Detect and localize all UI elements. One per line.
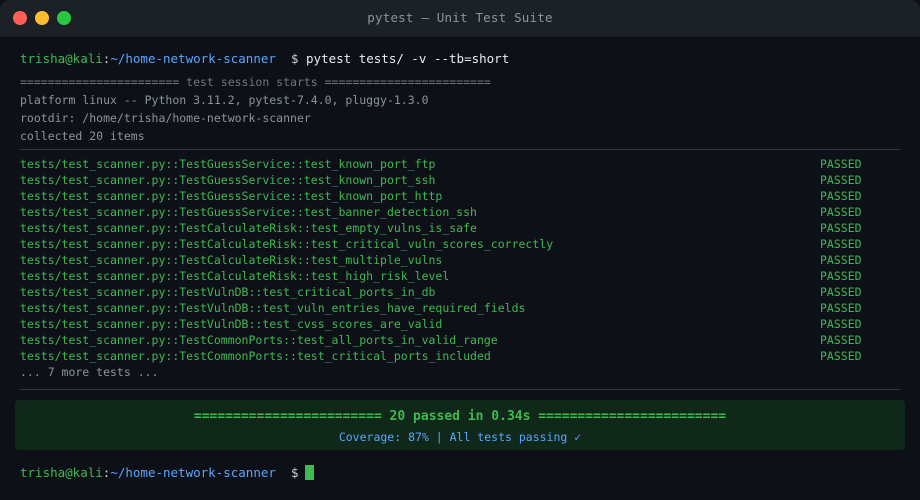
summary-result: ======================== 20 passed in 0.… [193,409,727,424]
rootdir-info: rootdir: /home/trisha/home-network-scann… [20,111,311,125]
test-name: tests/test_scanner.py::TestGuessService:… [20,189,443,203]
test-name: tests/test_scanner.py::TestVulnDB::test_… [20,285,436,299]
test-name: tests/test_scanner.py::TestCommonPorts::… [20,333,498,347]
divider-bottom [20,389,900,390]
window-title: pytest — Unit Test Suite [367,10,553,25]
prompt-dollar: $ [290,465,299,480]
session-header: ======================= test session sta… [20,75,491,89]
test-status: PASSED [820,269,862,283]
prompt-user-host: trisha@kali [20,51,103,66]
test-status: PASSED [820,173,862,187]
test-status: PASSED [820,205,862,219]
test-name: tests/test_scanner.py::TestCommonPorts::… [20,349,491,363]
test-name: tests/test_scanner.py::TestGuessService:… [20,205,477,219]
test-status: PASSED [820,317,862,331]
prompt-user-host: trisha@kali [20,465,103,480]
terminal-output[interactable]: trisha@kali:~/home-network-scanner $ pyt… [0,37,920,500]
test-name: tests/test_scanner.py::TestCalculateRisk… [20,253,443,267]
test-status: PASSED [820,301,862,315]
coverage-line: Coverage: 87% | All tests passing ✓ [338,430,582,444]
test-name: tests/test_scanner.py::TestCalculateRisk… [20,237,554,251]
test-name: tests/test_scanner.py::TestVulnDB::test_… [20,301,526,315]
test-name: tests/test_scanner.py::TestCalculateRisk… [20,221,477,235]
prompt-path: ~/home-network-scanner [110,51,276,66]
terminal-window: pytest — Unit Test Suite trisha@kali:~/h… [0,0,920,500]
more-tests-note: ... 7 more tests ... [20,365,159,379]
text-cursor [304,465,314,480]
summary-banner: ======================== 20 passed in 0.… [15,400,905,450]
prompt-path: ~/home-network-scanner [110,465,276,480]
test-status: PASSED [820,157,862,171]
test-name: tests/test_scanner.py::TestVulnDB::test_… [20,317,443,331]
test-status: PASSED [820,349,862,363]
divider-top [20,149,900,150]
prompt-dollar: $ [290,51,299,66]
test-status: PASSED [820,253,862,267]
test-status: PASSED [820,221,862,235]
test-status: PASSED [820,333,862,347]
platform-info: platform linux -- Python 3.11.2, pytest-… [20,93,429,107]
test-name: tests/test_scanner.py::TestGuessService:… [20,173,436,187]
next-prompt-line[interactable]: trisha@kali:~/home-network-scanner $ [20,465,314,481]
test-status: PASSED [820,189,862,203]
command-text: pytest tests/ -v --tb=short [306,51,510,66]
command-prompt-line: trisha@kali:~/home-network-scanner $ pyt… [20,51,509,67]
title-bar: pytest — Unit Test Suite [0,0,920,37]
test-name: tests/test_scanner.py::TestCalculateRisk… [20,269,450,283]
collected-info: collected 20 items [20,129,145,143]
test-name: tests/test_scanner.py::TestGuessService:… [20,157,436,171]
test-status: PASSED [820,285,862,299]
test-status: PASSED [820,237,862,251]
